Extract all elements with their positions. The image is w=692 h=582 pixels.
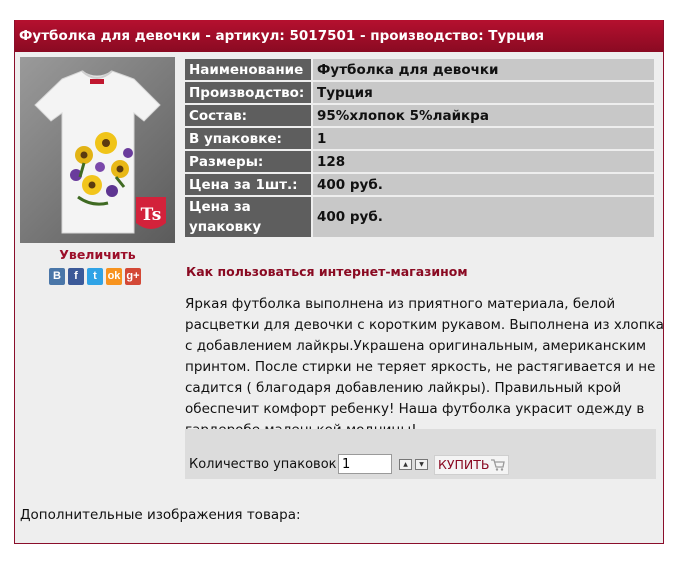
order-box: Количество упаковок: ▲ ▼ КУПИТЬ: [185, 429, 656, 479]
spec-label: Состав:: [185, 105, 313, 126]
facebook-icon[interactable]: f: [68, 268, 84, 285]
spec-value: 95%хлопок 5%лайкра: [313, 105, 654, 126]
buy-button[interactable]: КУПИТЬ: [434, 455, 510, 475]
spec-label: Цена за упаковку: [185, 197, 313, 237]
product-panel: Футболка для девочки - артикул: 5017501 …: [14, 20, 664, 544]
spec-value: 400 руб.: [313, 197, 654, 237]
social-share-row: В f t ok g+: [49, 268, 141, 285]
tshirt-image: Ts: [34, 70, 166, 234]
quantity-input[interactable]: [338, 454, 392, 474]
spec-label: Наименование: [185, 59, 313, 80]
spec-row: Цена за упаковку 400 руб.: [185, 197, 654, 237]
zoom-link[interactable]: Увеличить: [20, 247, 175, 262]
spec-row: В упаковке: 1: [185, 128, 654, 149]
google-plus-icon[interactable]: g+: [125, 268, 141, 285]
spec-row: Размеры: 128: [185, 151, 654, 172]
spec-value: 400 руб.: [313, 174, 654, 195]
spec-row: Наименование Футболка для девочки: [185, 59, 654, 80]
spec-value: 1: [313, 128, 654, 149]
buy-button-label: КУПИТЬ: [438, 457, 490, 472]
quantity-label: Количество упаковок:: [189, 457, 341, 472]
spec-value: Турция: [313, 82, 654, 103]
brand-logo: Ts: [136, 197, 166, 229]
extra-images-label: Дополнительные изображения товара:: [20, 507, 301, 523]
product-photo[interactable]: Ts: [20, 57, 175, 243]
spec-label: В упаковке:: [185, 128, 313, 149]
spec-value: 128: [313, 151, 654, 172]
spec-label: Размеры:: [185, 151, 313, 172]
spec-label: Цена за 1шт.:: [185, 174, 313, 195]
increment-arrow-icon[interactable]: ▲: [399, 459, 412, 470]
specs-table: Наименование Футболка для девочки Произв…: [185, 57, 654, 239]
vkontakte-icon[interactable]: В: [49, 268, 65, 285]
decrement-arrow-icon[interactable]: ▼: [415, 459, 428, 470]
page-title: Футболка для девочки - артикул: 5017501 …: [15, 20, 663, 52]
twitter-icon[interactable]: t: [87, 268, 103, 285]
spec-row: Цена за 1шт.: 400 руб.: [185, 174, 654, 195]
description-text: Яркая футболка выполнена из приятного ма…: [185, 296, 664, 438]
product-description: Яркая футболка выполнена из приятного ма…: [185, 294, 665, 441]
spec-label: Производство:: [185, 82, 313, 103]
spec-row: Производство: Турция: [185, 82, 654, 103]
spec-row: Состав: 95%хлопок 5%лайкра: [185, 105, 654, 126]
cart-icon: [491, 459, 506, 471]
howto-link[interactable]: Как пользоваться интернет-магазином: [186, 264, 468, 279]
spec-value: Футболка для девочки: [313, 59, 654, 80]
odnoklassniki-icon[interactable]: ok: [106, 268, 122, 285]
svg-text:Ts: Ts: [141, 205, 162, 225]
